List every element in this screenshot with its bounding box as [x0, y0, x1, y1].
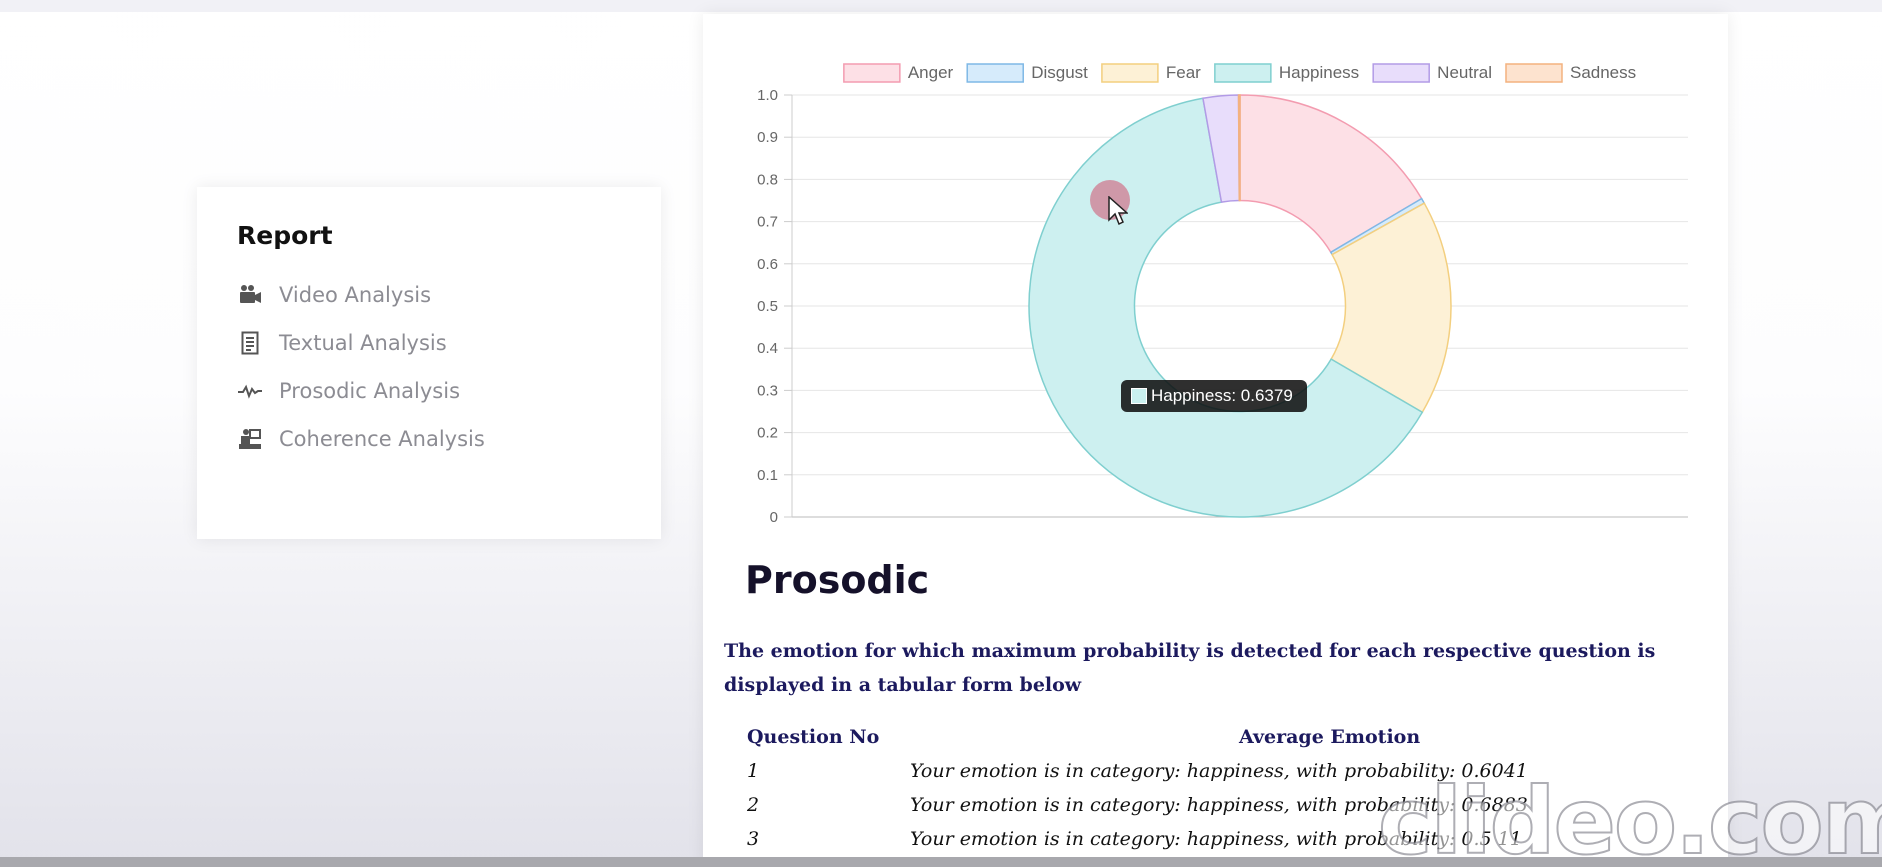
- watermark: clideo.com: [1377, 767, 1882, 867]
- sidebar-item-label: Prosodic Analysis: [279, 379, 461, 403]
- y-tick-label: 0.6: [757, 256, 778, 273]
- y-tick-label: 0.8: [757, 171, 778, 188]
- y-tick-label: 0.3: [757, 382, 778, 399]
- legend-label-fear: Fear: [1166, 63, 1201, 82]
- legend-swatch-happiness: [1214, 63, 1272, 83]
- mouse-pointer-icon: [1108, 196, 1128, 226]
- question-number: 2: [747, 794, 760, 816]
- section-description: The emotion for which maximum probabilit…: [724, 640, 1656, 696]
- chart-tooltip: Happiness: 0.6379: [1121, 380, 1307, 412]
- waveform-icon: [237, 378, 263, 404]
- sidebar-item-label: Video Analysis: [279, 283, 432, 307]
- document-icon: [237, 330, 263, 356]
- sidebar-item-label: Coherence Analysis: [279, 427, 485, 451]
- y-tick-label: 0.9: [757, 129, 778, 146]
- top-strip: [0, 0, 1882, 12]
- tooltip-text: Happiness: 0.6379: [1151, 386, 1293, 405]
- legend-swatch-anger: [843, 63, 901, 83]
- y-tick-label: 0.7: [757, 214, 778, 231]
- question-number: 3: [747, 828, 760, 850]
- y-tick-label: 0.4: [757, 340, 778, 357]
- legend-swatch-fear: [1101, 63, 1159, 83]
- table-header-emotion: Average Emotion: [1239, 726, 1421, 748]
- report-sidebar: Report Video Analysis Textual Analysis P…: [197, 187, 661, 539]
- sidebar-item-coherence-analysis[interactable]: Coherence Analysis: [237, 423, 617, 455]
- sidebar-item-prosodic-analysis[interactable]: Prosodic Analysis: [237, 375, 617, 407]
- legend-label-anger: Anger: [908, 63, 954, 82]
- legend-label-sadness: Sadness: [1570, 63, 1636, 82]
- question-number: 1: [747, 760, 760, 782]
- sidebar-item-label: Textual Analysis: [279, 331, 447, 355]
- y-tick-label: 0.5: [757, 298, 778, 315]
- sidebar-item-video-analysis[interactable]: Video Analysis: [237, 279, 617, 311]
- sidebar-title: Report: [237, 221, 333, 250]
- legend-swatch-disgust: [966, 63, 1024, 83]
- bottom-bar: [0, 857, 1882, 867]
- y-tick-label: 1.0: [757, 87, 778, 104]
- legend-swatch-sadness: [1505, 63, 1563, 83]
- doughnut-slice-sadness: [1237, 94, 1241, 202]
- y-tick-label: 0.1: [757, 467, 778, 484]
- section-heading: Prosodic: [745, 558, 930, 602]
- legend-label-neutral: Neutral: [1437, 63, 1492, 82]
- video-camera-icon: [237, 282, 263, 308]
- emotion-doughnut-chart[interactable]: 1.0 0.9 0.8 0.7 0.6 0.5 0.4 0.3 0.2 0.1 0 Anger Disg…: [703, 14, 1728, 534]
- presentation-icon: [237, 426, 263, 452]
- sidebar-item-textual-analysis[interactable]: Textual Analysis: [237, 327, 617, 359]
- tooltip-swatch: [1131, 388, 1147, 404]
- legend-swatch-neutral: [1372, 63, 1430, 83]
- main-content: 1.0 0.9 0.8 0.7 0.6 0.5 0.4 0.3 0.2 0.1 0 Anger Disg…: [703, 14, 1728, 867]
- legend-label-disgust: Disgust: [1031, 63, 1088, 82]
- legend-label-happiness: Happiness: [1279, 63, 1359, 82]
- y-tick-label: 0.2: [757, 425, 778, 442]
- table-header-question: Question No: [747, 726, 880, 748]
- y-tick-label: 0: [770, 509, 778, 526]
